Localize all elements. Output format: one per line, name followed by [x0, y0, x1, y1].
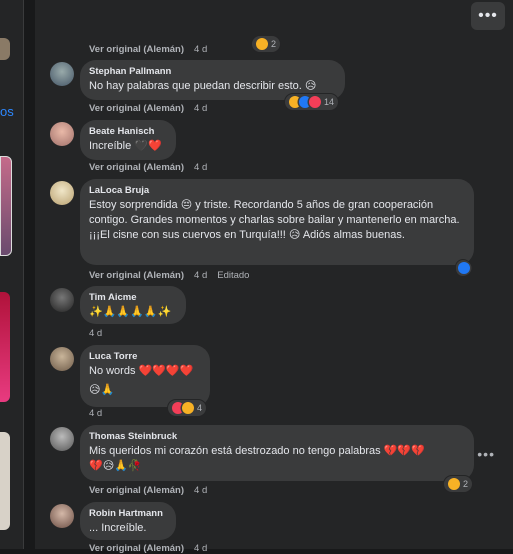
commenter-name[interactable]: LaLoca Bruja — [89, 185, 465, 196]
commenter-name[interactable]: Thomas Steinbruck — [89, 431, 465, 442]
comment-text-line2: 😥🙏 — [89, 384, 115, 396]
comment-meta: 4 d — [89, 328, 102, 339]
love-reaction-icon — [309, 96, 321, 108]
comment-meta: Ver original (Alemán) 4 d — [89, 103, 207, 114]
comment-text: ... Increíble. — [89, 522, 147, 534]
commenter-name[interactable]: Robin Hartmann — [89, 508, 167, 519]
commenter-name[interactable]: Beate Hanisch — [89, 126, 167, 137]
translate-link[interactable]: Ver original (Alemán) — [89, 485, 184, 496]
sidebar-partial-link[interactable]: os — [0, 104, 14, 119]
timestamp[interactable]: 4 d — [89, 408, 102, 419]
thumbnail-3[interactable] — [0, 292, 10, 402]
comment-text: No hay palabras que puedan describir est… — [89, 80, 317, 92]
thumbnail-1[interactable] — [0, 38, 10, 60]
reaction-summary[interactable]: 2 — [252, 36, 281, 52]
commenter-name[interactable]: Luca Torre — [89, 351, 201, 362]
translate-link[interactable]: Ver original (Alemán) — [89, 162, 184, 173]
reaction-count: 2 — [463, 479, 469, 489]
comment-meta: Ver original (Alemán) 4 d — [89, 485, 207, 496]
comment-text: Mis queridos mi corazón está destrozado … — [89, 445, 425, 457]
comment-text: ✨🙏🙏🙏🙏✨ — [89, 306, 172, 318]
avatar[interactable] — [50, 181, 74, 205]
left-sidebar-strip: os — [0, 0, 24, 549]
comment-text: Increíble 🖤❤️ — [89, 140, 162, 152]
avatar[interactable] — [50, 288, 74, 312]
translate-link[interactable]: Ver original (Alemán) — [89, 103, 184, 114]
comment-meta: Ver original (Alemán) 4 d — [89, 162, 207, 173]
comment-meta: 4 d — [89, 408, 102, 419]
thumbnail-4[interactable] — [0, 432, 10, 530]
translate-link[interactable]: Ver original (Alemán) — [89, 270, 184, 281]
comment-bubble: Luca Torre No words ❤️❤️❤️❤️ 😥🙏 — [80, 345, 210, 407]
comment-bubble: LaLoca Bruja Estoy sorprendida 😔 y trist… — [80, 179, 474, 265]
timestamp[interactable]: 4 d — [194, 485, 207, 496]
comment-bubble: Robin Hartmann ... Increíble. — [80, 502, 176, 540]
comment-bubble: Tim Aicme ✨🙏🙏🙏🙏✨ — [80, 286, 186, 324]
more-options-button[interactable]: ••• — [471, 2, 505, 30]
comment-meta: Ver original (Alemán) 4 d Editado — [89, 270, 249, 281]
reaction-count: 4 — [197, 403, 203, 413]
commenter-name[interactable]: Tim Aicme — [89, 292, 177, 303]
timestamp[interactable]: 4 d — [194, 44, 207, 55]
comment-bubble: Beate Hanisch Increíble 🖤❤️ — [80, 120, 176, 160]
avatar[interactable] — [50, 427, 74, 451]
comment-meta: Ver original (Alemán) 4 d — [89, 44, 207, 55]
reaction-summary[interactable]: 2 — [444, 476, 473, 492]
timestamp[interactable]: 4 d — [194, 162, 207, 173]
avatar[interactable] — [50, 122, 74, 146]
sad-reaction-icon — [256, 38, 268, 50]
sad-reaction-icon — [448, 478, 460, 490]
sad-reaction-icon — [182, 402, 194, 414]
comment-text-line2: 💔😥🙏🥀 — [89, 460, 142, 472]
avatar[interactable] — [50, 62, 74, 86]
commenter-name[interactable]: Stephan Pallmann — [89, 66, 336, 77]
thumbnail-2[interactable] — [0, 156, 12, 256]
timestamp[interactable]: 4 d — [194, 103, 207, 114]
reaction-count: 14 — [324, 97, 335, 107]
edited-label: Editado — [217, 270, 250, 281]
timestamp[interactable]: 4 d — [194, 270, 207, 281]
comment-text: No words ❤️❤️❤️❤️ — [89, 365, 194, 377]
reaction-summary[interactable]: 14 — [285, 94, 339, 110]
reaction-summary[interactable] — [456, 260, 470, 276]
comment-text: Estoy sorprendida 😔 y triste. Recordando… — [89, 199, 460, 241]
comment-options-button[interactable]: ••• — [477, 446, 495, 462]
translate-link[interactable]: Ver original (Alemán) — [89, 44, 184, 55]
like-reaction-icon — [458, 262, 470, 274]
avatar[interactable] — [50, 347, 74, 371]
reaction-count: 2 — [271, 39, 277, 49]
reaction-summary[interactable]: 4 — [168, 400, 207, 416]
avatar[interactable] — [50, 504, 74, 528]
comment-bubble: Thomas Steinbruck Mis queridos mi corazó… — [80, 425, 474, 481]
timestamp[interactable]: 4 d — [89, 328, 102, 339]
